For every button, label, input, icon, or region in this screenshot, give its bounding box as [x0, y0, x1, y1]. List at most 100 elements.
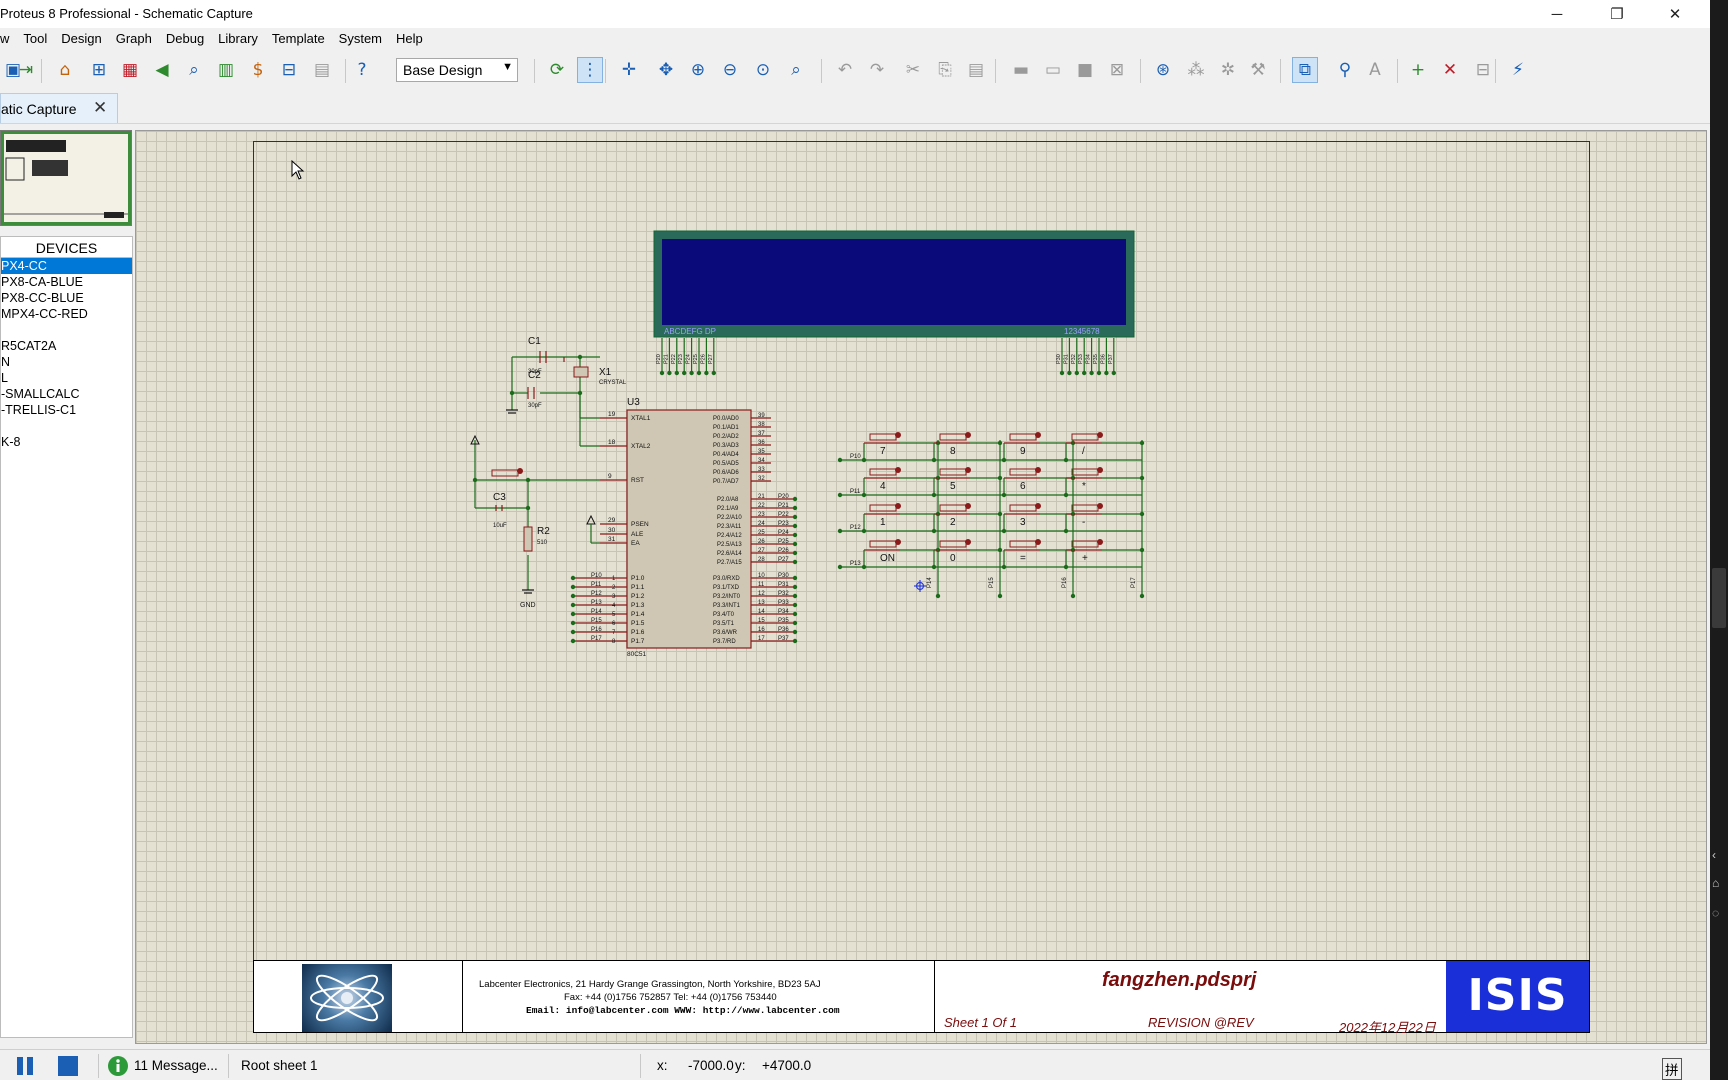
scrollbar-thumb[interactable] [1712, 568, 1726, 628]
mcu-pin-number: 17 [758, 636, 765, 642]
isis-logo: ISIS [1446, 961, 1589, 1032]
lcd-pin-net-label: P26 [700, 354, 706, 364]
status-divider [228, 1054, 229, 1078]
mcu-pin-name: P3.1/TXD [713, 585, 740, 591]
crystal-body [573, 366, 589, 378]
key-switch-dot [1035, 539, 1041, 545]
junction-dot [931, 564, 937, 570]
mcu-pin-net-label: P26 [778, 548, 789, 554]
junction-dot [577, 354, 583, 360]
junction-dot [792, 620, 798, 626]
lcd-pin-net-label: P32 [1071, 354, 1077, 364]
junction-dot [1139, 593, 1145, 599]
mcu-pin-name: P2.7/A15 [717, 560, 742, 566]
junction-dot [570, 611, 576, 617]
keypad-key-label: * [1082, 481, 1086, 492]
mcu-pin-number: 29 [608, 517, 616, 524]
mcu-pin-name: P0.5/AD5 [713, 461, 739, 467]
mcu-pin-net-label: P15 [591, 618, 602, 624]
junction-dot [1063, 528, 1069, 534]
lcd-pin-net-label: P27 [708, 354, 714, 364]
junction-dot [837, 457, 843, 463]
keypad-key-label: ON [880, 553, 895, 564]
junction-dot [792, 496, 798, 502]
mcu-pin-name: P3.6/WR [713, 630, 738, 636]
key-switch-dot [1035, 432, 1041, 438]
junction-dot [570, 638, 576, 644]
key-switch-body [1071, 433, 1099, 441]
lcd-pin-net-label: P35 [1093, 354, 1099, 364]
sheet-date: 2022年12月22日 [1339, 1020, 1436, 1035]
mcu-pin-number: 4 [612, 603, 616, 609]
mcu-pin-name: RST [631, 477, 644, 484]
mcu-pin-net-label: P16 [591, 627, 602, 633]
mcu-pin-name: P1.3 [631, 602, 645, 609]
mcu-pin-net-label: P32 [778, 591, 789, 597]
junction-dot [792, 611, 798, 617]
mcu-pin-number: 27 [758, 548, 765, 554]
mcu-pin-name: P2.3/A11 [717, 524, 742, 530]
junction-dot [837, 528, 843, 534]
company-contact: Email: info@labcenter.com WWW: http://ww… [526, 1005, 840, 1016]
company-phone: Fax: +44 (0)1756 752857 Tel: +44 (0)1756… [564, 992, 777, 1003]
key-switch-body [1009, 433, 1037, 441]
key-switch-body [939, 433, 967, 441]
key-switch-dot [965, 539, 971, 545]
ime-indicator[interactable]: 拼 [1662, 1058, 1682, 1080]
mcu-pin-net-label: P24 [778, 530, 789, 536]
mcu-pin-number: 16 [758, 627, 765, 633]
current-sheet: Root sheet 1 [241, 1058, 318, 1073]
junction-dot [1089, 370, 1094, 376]
junction-dot [577, 390, 583, 396]
junction-dot [570, 620, 576, 626]
lcd-pin-net-label: P34 [1086, 354, 1092, 364]
mcu-pin-name: P1.4 [631, 611, 645, 618]
junction-dot [792, 505, 798, 511]
mcu-pin-name: P1.6 [631, 629, 645, 636]
mcu-pin-name: P1.5 [631, 620, 645, 627]
mcu-pin-net-label: P12 [591, 591, 602, 597]
messages-count[interactable]: 11 Message... [134, 1058, 218, 1073]
key-switch-body [939, 468, 967, 476]
mcu-pin-name: P0.4/AD4 [713, 452, 739, 458]
keypad-key-label: / [1082, 446, 1085, 457]
pause-icon[interactable] [14, 1055, 36, 1077]
mcu-pin-name: P0.3/AD3 [713, 443, 739, 449]
junction-dot [861, 492, 867, 498]
key-switch-body [1009, 468, 1037, 476]
key-switch-body [939, 540, 967, 548]
mcu-pin-number: 12 [758, 591, 765, 597]
lcd-pin-net-label: P25 [693, 354, 699, 364]
junction-dot [861, 457, 867, 463]
mcu-pin-number: 36 [758, 440, 765, 446]
stop-icon[interactable] [57, 1055, 79, 1077]
mcu-pin-name: P3.3/INT1 [713, 603, 741, 609]
junction-dot [792, 550, 798, 556]
mcu-pin-net-label: P33 [778, 600, 789, 606]
junction-dot [1059, 370, 1065, 376]
vertical-scrollbar[interactable]: ‹ ⌂ ◌ [1710, 0, 1728, 1080]
key-switch-dot [895, 503, 901, 509]
mcu-pin-number: 6 [612, 621, 616, 627]
keypad-key-label: 2 [950, 517, 956, 528]
keypad-row-net-label: P11 [850, 489, 861, 495]
key-switch-dot [1097, 539, 1103, 545]
mcu-pin-number: 13 [758, 600, 765, 606]
mcu-pin-name: P1.0 [631, 575, 645, 582]
keypad-key-label: 5 [950, 481, 956, 492]
junction-dot [837, 564, 843, 570]
key-switch-dot [1097, 432, 1103, 438]
key-switch-body [869, 504, 897, 512]
lcd-pin-net-label: P36 [1100, 354, 1106, 364]
keypad-key-label: 9 [1020, 446, 1026, 457]
mcu-pin-number: 30 [608, 527, 616, 534]
junction-dot [792, 541, 798, 547]
junction-dot [792, 584, 798, 590]
lcd-pin-net-label: P20 [656, 354, 662, 364]
lcd-pin-net-label: P22 [671, 354, 677, 364]
mcu-pin-name: P3.2/INT0 [713, 594, 741, 600]
junction-dot [1063, 564, 1069, 570]
schematic-drawing[interactable]: ABCDEFG DP 12345678P20 P21 P22 P23 P24 P25 P26 P… [0, 0, 1710, 1049]
mcu-pin-name: P1.7 [631, 638, 645, 645]
mcu-pin-name: P0.0/AD0 [713, 416, 739, 422]
